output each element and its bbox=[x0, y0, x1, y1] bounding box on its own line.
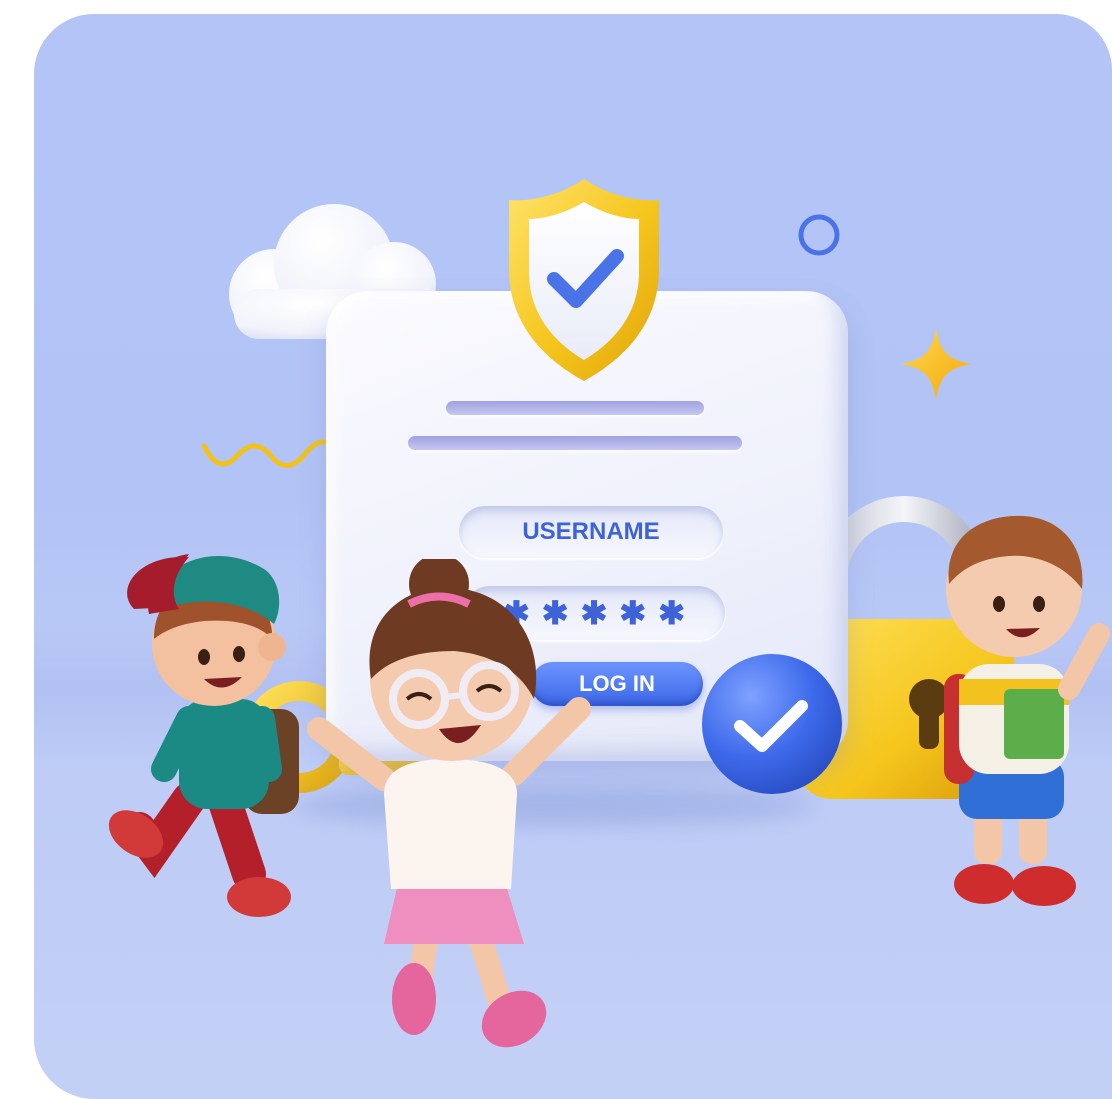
sparkle-star-icon bbox=[900, 328, 972, 400]
shield-check-icon bbox=[509, 179, 659, 381]
kid-right-illustration bbox=[944, 515, 1110, 906]
kid-center-illustration bbox=[307, 559, 591, 1048]
illustration-frame: USERNAME ✱✱✱✱✱ LOG IN bbox=[34, 14, 1112, 1099]
subtitle-placeholder-bar bbox=[408, 436, 742, 450]
ring-icon bbox=[798, 214, 840, 256]
title-placeholder-bar bbox=[446, 401, 704, 415]
check-badge-icon bbox=[702, 654, 842, 794]
username-label: USERNAME bbox=[522, 518, 660, 545]
squiggle-icon bbox=[201, 439, 337, 468]
username-field[interactable]: USERNAME bbox=[459, 506, 723, 558]
